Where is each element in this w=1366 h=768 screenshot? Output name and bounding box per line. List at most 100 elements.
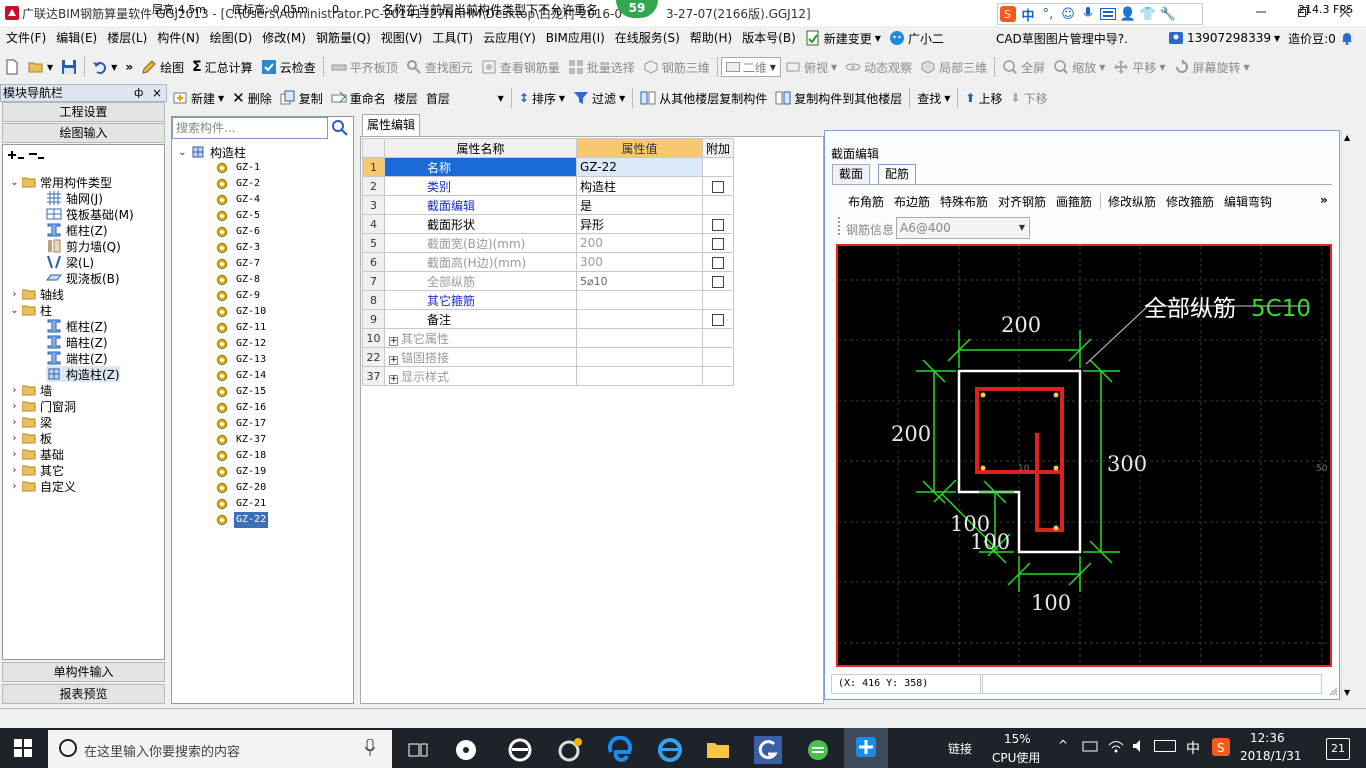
tray-time[interactable]: 12:36: [1250, 731, 1285, 745]
local-3d-button[interactable]: 局部三维: [916, 55, 991, 79]
list-item[interactable]: GZ-19: [234, 464, 268, 480]
tree-node-beam2[interactable]: › 梁: [10, 414, 53, 430]
menu-bim[interactable]: BIM应用(I): [541, 26, 610, 50]
glodon-app-icon[interactable]: [754, 736, 782, 764]
property-value[interactable]: [576, 290, 703, 310]
tree-node-custom[interactable]: › 自定义: [10, 478, 77, 494]
menu-cloud[interactable]: 云应用(Y): [478, 26, 541, 50]
property-group[interactable]: + 锚固搭接: [384, 347, 577, 367]
list-item[interactable]: GZ-15: [234, 384, 268, 400]
ime-toolbar[interactable]: S 中 °, ☺ 👤 👕 🔧: [997, 3, 1203, 25]
menu-rebar-qty[interactable]: 钢筋量(Q): [311, 26, 376, 50]
tray-link-label[interactable]: 链接: [948, 740, 972, 757]
tray-date[interactable]: 2018/1/31: [1240, 749, 1302, 763]
expand-all-icon[interactable]: [8, 150, 24, 162]
table-row[interactable]: 3 截面编辑 是: [362, 195, 735, 215]
menu-component[interactable]: 构件(N): [152, 26, 204, 50]
open-file-button[interactable]: ▼: [24, 55, 57, 79]
assistant-button[interactable]: 广小二: [885, 26, 948, 50]
list-item[interactable]: GZ-7: [234, 256, 262, 272]
ie-icon[interactable]: [506, 736, 534, 764]
table-row[interactable]: 9 备注: [362, 309, 735, 329]
project-settings-button[interactable]: 工程设置: [2, 102, 165, 122]
rebar-point[interactable]: [1053, 525, 1059, 531]
menu-draw[interactable]: 绘图(D): [205, 26, 258, 50]
minimize-icon[interactable]: [1240, 0, 1282, 24]
table-row[interactable]: 5 截面宽(B边)(mm) 200: [362, 233, 735, 253]
attach-checkbox[interactable]: [712, 237, 724, 250]
sogou-logo-icon[interactable]: S: [998, 4, 1018, 24]
zoom-button[interactable]: 缩放 ▼: [1049, 55, 1109, 79]
tree-node-door-window[interactable]: › 门窗洞: [10, 398, 77, 414]
move-down-button[interactable]: ⬇ 下移: [1007, 86, 1052, 110]
fullscreen-button[interactable]: 全屏: [998, 55, 1049, 79]
copy-button[interactable]: 复制: [276, 86, 327, 110]
view-rebar-qty-button[interactable]: 查看钢筋量: [477, 55, 564, 79]
list-item[interactable]: GZ-3: [234, 240, 262, 256]
undo-button[interactable]: ▼: [88, 55, 121, 79]
menu-version[interactable]: 版本号(B): [737, 26, 801, 50]
attach-checkbox[interactable]: [712, 218, 724, 231]
rebar-point[interactable]: [980, 465, 986, 471]
menu-modify[interactable]: 修改(M): [257, 26, 311, 50]
menu-edit[interactable]: 编辑(E): [51, 26, 102, 50]
vertical-scrollbar[interactable]: [1341, 130, 1358, 702]
tree-node-other[interactable]: › 其它: [10, 462, 65, 478]
tree-node-raft[interactable]: 筏板基础(M): [46, 206, 134, 222]
pan-button[interactable]: 平移 ▼: [1109, 55, 1169, 79]
list-item[interactable]: GZ-22: [234, 512, 269, 528]
notification-center-button[interactable]: 21: [1326, 738, 1350, 760]
property-group[interactable]: + 显示样式: [384, 366, 577, 386]
summary-calc-button[interactable]: Σ 汇总计算: [188, 55, 257, 79]
property-value[interactable]: 是: [576, 195, 703, 215]
list-item[interactable]: KZ-37: [234, 432, 268, 448]
toolbar-overflow[interactable]: »: [121, 55, 137, 79]
green-app-icon[interactable]: [804, 736, 832, 764]
list-item[interactable]: GZ-5: [234, 208, 262, 224]
rebar-point[interactable]: [1053, 392, 1059, 398]
rename-button[interactable]: 重命名: [327, 86, 390, 110]
list-item[interactable]: GZ-1: [234, 160, 262, 176]
single-component-input-button[interactable]: 单构件输入: [2, 662, 165, 682]
property-value[interactable]: 异形: [576, 214, 703, 234]
property-edit-tab[interactable]: 属性编辑: [362, 114, 420, 136]
find-button[interactable]: 查找 ▼: [913, 86, 954, 110]
tree-node-cast-slab[interactable]: 现浇板(B): [46, 270, 120, 286]
active-app-icon[interactable]: [844, 728, 888, 768]
menu-help[interactable]: 帮助(H): [685, 26, 737, 50]
tree-node-col-end[interactable]: 端柱(Z): [46, 350, 108, 366]
tree-node-foundation[interactable]: › 基础: [10, 446, 65, 462]
chinese-mode-icon[interactable]: 中: [1018, 4, 1038, 24]
tree-node-column[interactable]: ⌄ 柱: [10, 302, 52, 318]
tree-node-axis-grid[interactable]: 轴网(J): [46, 190, 103, 206]
delete-button[interactable]: ✕ 删除: [228, 86, 276, 110]
pin-icon[interactable]: ф: [134, 84, 148, 102]
tree-node-frame-col[interactable]: 框柱(Z): [46, 222, 108, 238]
tray-expand-icon[interactable]: ^: [1058, 738, 1068, 752]
tree-node-common[interactable]: ⌄ 常用构件类型: [10, 174, 112, 190]
property-value[interactable]: 300: [576, 252, 703, 272]
tray-sogou-icon[interactable]: S: [1212, 738, 1230, 756]
list-item[interactable]: GZ-21: [234, 496, 268, 512]
nav-close-icon[interactable]: ×: [152, 84, 166, 102]
list-item[interactable]: GZ-12: [234, 336, 268, 352]
list-item[interactable]: GZ-10: [234, 304, 268, 320]
floor-select[interactable]: 首层 ▼: [422, 86, 508, 110]
search-icon[interactable]: [330, 118, 350, 138]
skin-icon[interactable]: 👕: [1138, 4, 1158, 24]
microphone-icon[interactable]: [1078, 4, 1098, 24]
stirrup-leg[interactable]: [1035, 433, 1064, 532]
keyboard-icon[interactable]: [1098, 4, 1118, 24]
beans-button[interactable]: 造价豆:0: [1284, 26, 1359, 50]
attach-checkbox[interactable]: [712, 313, 724, 326]
tab-section[interactable]: 截面: [832, 164, 871, 184]
drawing-input-button[interactable]: 绘图输入: [2, 123, 165, 143]
tree-node-wall[interactable]: › 墙: [10, 382, 53, 398]
tool-draw-stirrup[interactable]: 画箍筋: [1056, 193, 1092, 210]
list-item[interactable]: GZ-8: [234, 272, 262, 288]
top-view-button[interactable]: 俯视 ▼: [781, 55, 841, 79]
tree-node-col-struct[interactable]: 构造柱(Z): [46, 366, 120, 382]
table-row[interactable]: 37 + 显示样式: [362, 366, 735, 386]
file-explorer-icon[interactable]: [704, 736, 732, 764]
tray-keyboard-icon[interactable]: [1154, 740, 1176, 752]
